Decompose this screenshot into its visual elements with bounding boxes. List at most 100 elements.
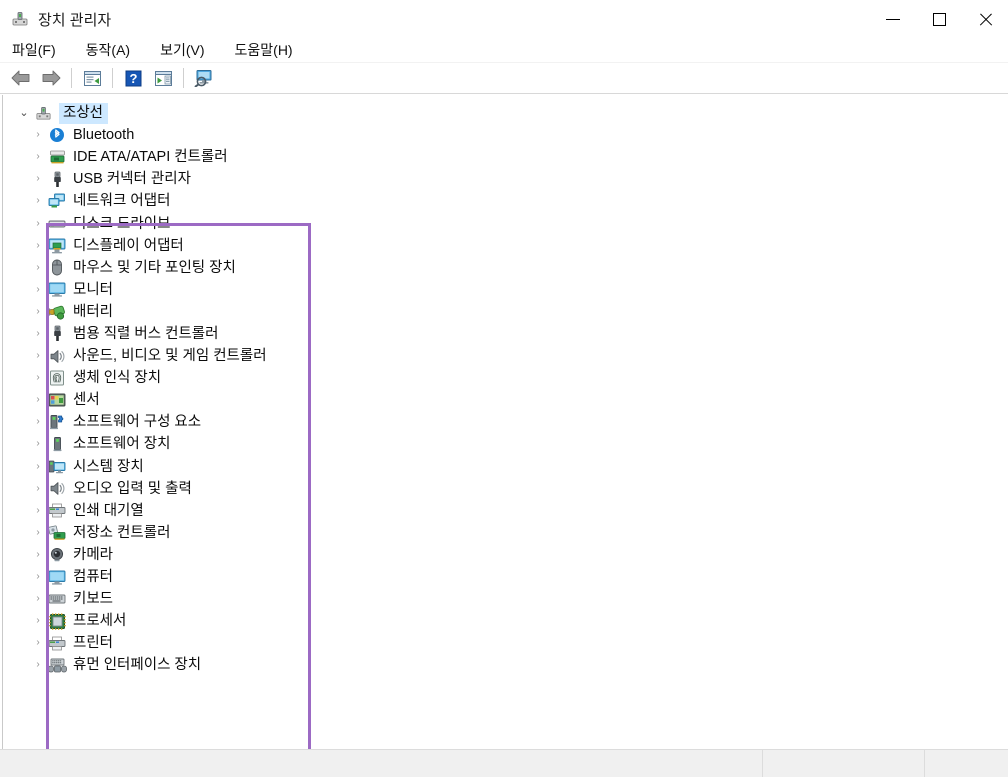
ide-controller-icon xyxy=(47,148,67,166)
scan-hardware-icon xyxy=(194,69,215,87)
svg-text:?: ? xyxy=(129,71,137,86)
print-queue-icon xyxy=(47,502,67,520)
tree-item-mouse[interactable]: › 마우스 및 기타 포인팅 장치 xyxy=(29,257,1008,279)
computer-icon xyxy=(47,568,67,586)
tree-item-bluetooth[interactable]: › Bluetooth xyxy=(29,124,1008,146)
tree-item-disk-drive[interactable]: › 디스크 드라이브 xyxy=(29,212,1008,234)
tree-item-network-adapter[interactable]: › 네트워크 어댑터 xyxy=(29,190,1008,212)
chevron-right-icon[interactable]: › xyxy=(29,152,47,162)
tree-item-battery[interactable]: › 배터리 xyxy=(29,301,1008,323)
tree-root-node[interactable]: ⌄ 조상선 xyxy=(3,102,1008,124)
chevron-right-icon[interactable]: › xyxy=(29,417,47,427)
status-main-text xyxy=(0,750,762,755)
tree-item-usb-connector-manager[interactable]: › USB 커넥터 관리자 xyxy=(29,168,1008,190)
close-icon xyxy=(978,12,993,27)
maximize-button[interactable] xyxy=(916,0,962,38)
chevron-right-icon[interactable]: › xyxy=(29,373,47,383)
tree-item-label: USB 커넥터 관리자 xyxy=(73,170,191,188)
tree-item-monitor[interactable]: › 모니터 xyxy=(29,279,1008,301)
toolbar: ? xyxy=(0,63,1008,94)
status-pane-tertiary xyxy=(924,750,1008,777)
tree-item-label: 디스플레이 어댑터 xyxy=(73,237,184,255)
tree-item-printer[interactable]: › 프린터 xyxy=(29,632,1008,654)
tree-item-storage-controller[interactable]: › 저장소 컨트롤러 xyxy=(29,522,1008,544)
arrow-right-icon xyxy=(40,69,62,87)
menu-action[interactable]: 동작(A) xyxy=(85,38,140,63)
forward-button[interactable] xyxy=(36,65,66,92)
device-tree[interactable]: ⌄ 조상선 › xyxy=(2,95,1008,749)
tree-item-computer[interactable]: › 컴퓨터 xyxy=(29,566,1008,588)
tree-item-label: 생체 인식 장치 xyxy=(73,369,161,387)
chevron-right-icon[interactable]: › xyxy=(29,660,47,670)
tree-item-biometric-device[interactable]: › 생체 인식 장치 xyxy=(29,367,1008,389)
toolbar-separator-3 xyxy=(183,68,184,88)
software-device-icon xyxy=(47,435,67,453)
tree-item-print-queue[interactable]: › 인쇄 대기열 xyxy=(29,500,1008,522)
chevron-right-icon[interactable]: › xyxy=(29,285,47,295)
tree-item-software-device[interactable]: › 소프트웨어 장치 xyxy=(29,433,1008,455)
toolbar-separator-1 xyxy=(71,68,72,88)
chevron-right-icon[interactable]: › xyxy=(29,462,47,472)
tree-item-label: 시스템 장치 xyxy=(73,458,144,476)
chevron-right-icon[interactable]: › xyxy=(29,174,47,184)
chevron-right-icon[interactable]: › xyxy=(29,439,47,449)
tree-item-label: 인쇄 대기열 xyxy=(73,502,144,520)
computer-root-icon xyxy=(33,104,53,122)
properties-button[interactable] xyxy=(77,65,107,92)
chevron-right-icon[interactable]: › xyxy=(29,594,47,604)
chevron-right-icon[interactable]: › xyxy=(29,616,47,626)
chevron-right-icon[interactable]: › xyxy=(29,219,47,229)
printer-icon xyxy=(47,634,67,652)
tree-item-camera[interactable]: › 카메라 xyxy=(29,544,1008,566)
chevron-right-icon[interactable]: › xyxy=(29,506,47,516)
tree-item-label: 프로세서 xyxy=(73,612,126,630)
tree-item-label: IDE ATA/ATAPI 컨트롤러 xyxy=(73,148,228,166)
tree-item-label: 마우스 및 기타 포인팅 장치 xyxy=(73,259,236,277)
chevron-right-icon[interactable]: › xyxy=(29,395,47,405)
chevron-right-icon[interactable]: › xyxy=(29,196,47,206)
tree-item-sound-video-game-controller[interactable]: › 사운드, 비디오 및 게임 컨트롤러 xyxy=(29,345,1008,367)
tree-item-usb-bus-controller[interactable]: › 범용 직렬 버스 컨트롤러 xyxy=(29,323,1008,345)
display-adapter-icon xyxy=(47,237,67,255)
tree-item-ide-controller[interactable]: › IDE ATA/ATAPI 컨트롤러 xyxy=(29,146,1008,168)
tree-item-sensor[interactable]: › 센서 xyxy=(29,389,1008,411)
tree-item-display-adapter[interactable]: › 디스플레이 어댑터 xyxy=(29,235,1008,257)
back-button[interactable] xyxy=(6,65,36,92)
menu-view[interactable]: 보기(V) xyxy=(159,38,214,63)
chevron-down-icon[interactable]: ⌄ xyxy=(15,108,33,119)
show-panel-button[interactable] xyxy=(148,65,178,92)
minimize-button[interactable] xyxy=(870,0,916,38)
chevron-right-icon[interactable]: › xyxy=(29,528,47,538)
close-button[interactable] xyxy=(962,0,1008,38)
scan-hardware-button[interactable] xyxy=(189,65,219,92)
mouse-icon xyxy=(47,259,67,277)
tree-item-processor[interactable]: › xyxy=(29,610,1008,632)
chevron-right-icon[interactable]: › xyxy=(29,572,47,582)
tree-item-software-component[interactable]: › 소프트웨어 구성 요소 xyxy=(29,411,1008,433)
status-bar xyxy=(0,749,1008,777)
chevron-right-icon[interactable]: › xyxy=(29,351,47,361)
monitor-icon xyxy=(47,281,67,299)
status-tertiary-text xyxy=(925,750,1008,755)
battery-icon xyxy=(47,303,67,321)
chevron-right-icon[interactable]: › xyxy=(29,307,47,317)
tree-item-system-device[interactable]: › 시스템 장치 xyxy=(29,456,1008,478)
chevron-right-icon[interactable]: › xyxy=(29,484,47,494)
tree-item-hid[interactable]: › xyxy=(29,654,1008,676)
chevron-right-icon[interactable]: › xyxy=(29,130,47,140)
help-button[interactable]: ? xyxy=(118,65,148,92)
chevron-right-icon[interactable]: › xyxy=(29,638,47,648)
sound-icon xyxy=(47,347,67,365)
menu-file[interactable]: 파일(F) xyxy=(11,38,66,63)
device-manager-window: 장치 관리자 파일(F) 동작(A) 보기(V) 도움말(H) xyxy=(0,0,1008,777)
tree-item-label: 네트워크 어댑터 xyxy=(73,192,170,210)
chevron-right-icon[interactable]: › xyxy=(29,550,47,560)
tree-item-audio-io[interactable]: › 오디오 입력 및 출력 xyxy=(29,478,1008,500)
tree-item-keyboard[interactable]: › xyxy=(29,588,1008,610)
chevron-right-icon[interactable]: › xyxy=(29,241,47,251)
chevron-right-icon[interactable]: › xyxy=(29,329,47,339)
title-bar-left: 장치 관리자 xyxy=(0,0,111,38)
menu-help[interactable]: 도움말(H) xyxy=(234,38,303,63)
chevron-right-icon[interactable]: › xyxy=(29,263,47,273)
storage-controller-icon xyxy=(47,524,67,542)
